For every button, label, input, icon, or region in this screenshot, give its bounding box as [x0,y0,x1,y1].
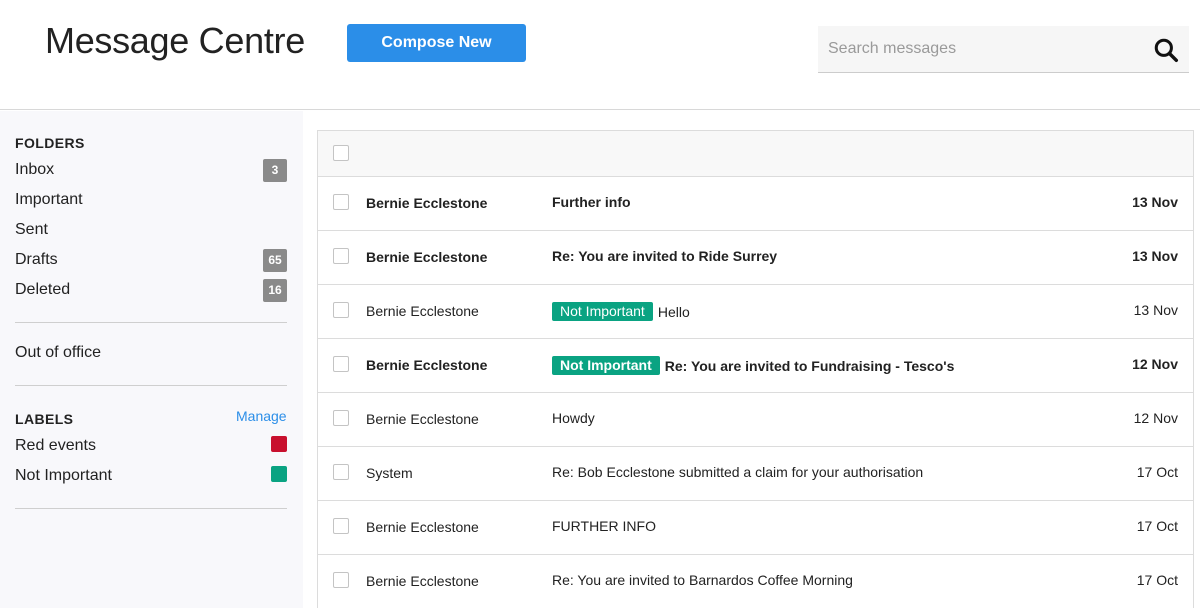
label-color-swatch [271,466,287,482]
labels-heading: LABELS [15,411,74,427]
folders-heading: FOLDERS [15,135,85,151]
message-sender: Bernie Ecclestone [366,195,488,211]
message-checkbox[interactable] [333,410,349,426]
message-sender: Bernie Ecclestone [366,249,488,265]
search-input[interactable] [818,26,1138,72]
message-checkbox[interactable] [333,302,349,318]
divider [15,508,287,509]
search-bar [818,26,1189,73]
sidebar-item-label: Inbox [15,161,55,178]
message-subject: Not Important Hello [552,302,690,321]
divider [15,322,287,323]
label-tag: Not Important [552,356,660,375]
message-sender: System [366,465,413,481]
message-checkbox[interactable] [333,464,349,480]
sidebar-item-important[interactable]: Important [15,189,287,215]
sidebar-item-label: Important [15,191,83,208]
message-sender: Bernie Ecclestone [366,519,479,535]
message-subject: Re: You are invited to Ride Surrey [552,248,777,264]
message-subject-text: FURTHER INFO [552,518,656,534]
message-date: 13 Nov [1132,194,1178,210]
message-subject: Re: Bob Ecclestone submitted a claim for… [552,464,923,480]
compose-new-button[interactable]: Compose New [347,24,526,62]
message-row[interactable]: Bernie Ecclestone Howdy 12 Nov [318,393,1193,447]
message-checkbox[interactable] [333,518,349,534]
message-subject-text: Re: You are invited to Fundraising - Tes… [664,357,955,374]
message-row[interactable]: Bernie Ecclestone Re: You are invited to… [318,231,1193,285]
message-subject: Howdy [552,410,595,426]
message-subject: Re: You are invited to Barnardos Coffee … [552,572,853,588]
count-badge: 16 [263,279,287,302]
sidebar-item-label: Sent [15,221,48,238]
message-subject-text: Hello [657,303,690,320]
sidebar-item-label: Deleted [15,281,71,298]
message-sender: Bernie Ecclestone [366,573,479,589]
sidebar-item-sent[interactable]: Sent [15,219,287,245]
message-date: 17 Oct [1136,464,1178,480]
message-date: 17 Oct [1136,518,1178,534]
message-sender: Bernie Ecclestone [366,357,488,373]
sidebar: FOLDERS Inbox 3 Important Sent Drafts 65… [0,111,303,608]
sidebar-item-out-of-office[interactable]: Out of office [15,342,287,368]
manage-labels-link[interactable]: Manage [236,408,287,424]
sidebar-item-label: Out of office [15,344,101,361]
message-checkbox[interactable] [333,572,349,588]
label-item-label: Not Important [15,467,112,484]
message-subject: FURTHER INFO [552,518,656,534]
message-subject-text: Re: You are invited to Barnardos Coffee … [552,572,853,588]
message-subject-text: Re: Bob Ecclestone submitted a claim for… [552,464,924,480]
message-subject-text: Howdy [552,410,595,426]
label-color-swatch [271,436,287,452]
select-all-checkbox[interactable] [333,145,349,161]
message-row[interactable]: Bernie Ecclestone Further info 13 Nov [318,177,1193,231]
message-row[interactable]: Bernie Ecclestone FURTHER INFO 17 Oct [318,501,1193,555]
message-checkbox[interactable] [333,248,349,264]
message-checkbox[interactable] [333,194,349,210]
message-subject: Not Important Re: You are invited to Fund… [552,356,954,375]
page-title: Message Centre [45,20,305,61]
message-date: 12 Nov [1132,356,1178,372]
message-date: 12 Nov [1133,410,1178,426]
search-icon[interactable] [1153,37,1179,63]
label-item-red-events[interactable]: Red events [15,435,287,461]
sidebar-item-deleted[interactable]: Deleted 16 [15,279,287,305]
message-row[interactable]: Bernie Ecclestone Not Important Re: You a… [318,339,1193,393]
sidebar-item-label: Drafts [15,251,58,268]
message-sender: Bernie Ecclestone [366,303,479,319]
sidebar-item-drafts[interactable]: Drafts 65 [15,249,287,275]
count-badge: 65 [263,249,287,272]
message-date: 13 Nov [1133,302,1178,318]
sidebar-item-inbox[interactable]: Inbox 3 [15,159,287,185]
message-date: 17 Oct [1136,572,1178,588]
message-row[interactable]: Bernie Ecclestone Not Important Hello 13 … [318,285,1193,339]
message-list-header [318,131,1193,177]
message-checkbox[interactable] [333,356,349,372]
label-item-label: Red events [15,437,96,454]
label-tag: Not Important [552,302,653,321]
divider [15,385,287,386]
message-sender: Bernie Ecclestone [366,411,479,427]
count-badge: 3 [263,159,287,182]
header: Message Centre Compose New [0,0,1200,110]
message-row[interactable]: Bernie Ecclestone Re: You are invited to… [318,555,1193,608]
message-subject-text: Further info [552,194,631,210]
message-subject-text: Re: You are invited to Ride Surrey [552,248,778,264]
label-item-not-important[interactable]: Not Important [15,465,287,491]
message-list: Bernie Ecclestone Further info 13 Nov Be… [317,130,1194,608]
message-date: 13 Nov [1132,248,1178,264]
message-row[interactable]: System Re: Bob Ecclestone submitted a cl… [318,447,1193,501]
message-subject: Further info [552,194,631,210]
